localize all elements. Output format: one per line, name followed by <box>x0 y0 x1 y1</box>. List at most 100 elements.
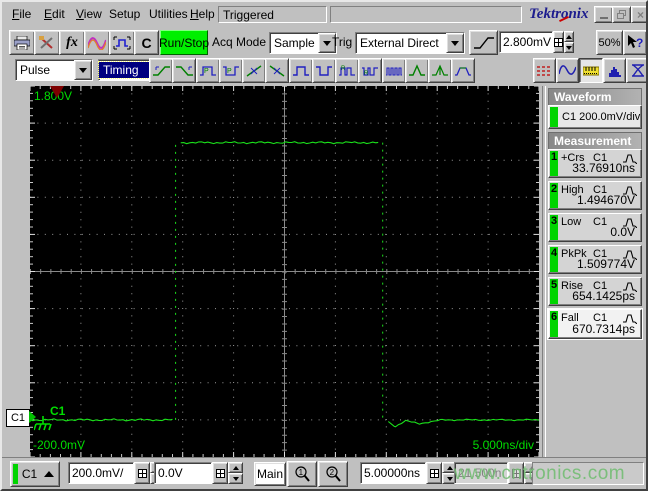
help-cursor-icon: ? <box>628 35 643 50</box>
vertical-scale-keypad-button[interactable] <box>134 462 150 484</box>
zoom2-button[interactable]: 2 <box>318 461 348 487</box>
trig-source-dropdown-arrow[interactable] <box>446 33 464 53</box>
measurement-item-3[interactable]: 3 Low C1 0.0V <box>548 213 642 242</box>
eye-diagram-display-button[interactable] <box>626 58 646 83</box>
main-timebase-button[interactable]: Main <box>254 462 286 486</box>
channel-marker-arrow <box>29 411 36 423</box>
magnifier-1-icon: 1 <box>294 465 310 482</box>
run-stop-button[interactable]: Run/Stop <box>159 30 209 55</box>
clear-button[interactable]: C <box>134 30 159 55</box>
menu-edit[interactable]: Edit <box>42 5 67 23</box>
waveform-database-button[interactable] <box>84 30 110 55</box>
measurement-item-5[interactable]: 5 Rise C1 654.1425ps <box>548 277 642 306</box>
print-button[interactable] <box>9 30 35 55</box>
waveform-panel-header: Waveform <box>548 88 642 106</box>
meas-pos-pulse-button[interactable] <box>288 58 313 83</box>
bottom-volts-label: -200.0mV <box>33 438 86 452</box>
trigger-position-marker[interactable] <box>50 86 64 98</box>
meas-neg-burst-button[interactable]: R <box>358 58 383 83</box>
measurement-item-6[interactable]: 6 Fall C1 670.7314ps <box>547 308 643 340</box>
cursors-icon <box>537 65 552 76</box>
delay-field[interactable]: 21.500n <box>454 462 508 484</box>
svg-text:R: R <box>364 71 369 77</box>
measurement-panel-header: Measurement <box>548 132 642 150</box>
vertical-offset-down[interactable] <box>228 473 243 484</box>
timebase-per-div-label: 5.000ns/div <box>472 438 534 452</box>
meas-neg-pulse-button[interactable] <box>311 58 336 83</box>
meas-neg-burst-icon: R <box>362 66 379 77</box>
context-help-button[interactable]: ? <box>623 30 646 55</box>
menu-utilities[interactable]: Utilities <box>147 5 190 23</box>
meas-pos-peak-button[interactable] <box>404 58 429 83</box>
meas-neg-cross-button[interactable] <box>265 58 290 83</box>
meas-peak-amplitude-button[interactable] <box>428 58 452 83</box>
zoom-percent-button[interactable]: 50% <box>596 30 623 55</box>
trig-level-field[interactable]: 2.800mV <box>499 31 553 53</box>
menu-setup[interactable]: Setup <box>107 5 142 23</box>
minimize-icon <box>599 17 608 19</box>
menu-help[interactable]: Help <box>188 5 217 23</box>
meas-burst-button[interactable]: R <box>335 58 359 83</box>
waveform-channel-label: C1 200.0mV/div <box>562 111 641 123</box>
timebase-keypad-button[interactable] <box>426 462 442 484</box>
keypad-icon <box>429 468 439 478</box>
trig-slope-button[interactable] <box>469 30 498 55</box>
trig-level-down[interactable] <box>564 42 574 53</box>
print-icon <box>14 35 30 50</box>
meas-multi-pulse-button[interactable] <box>381 58 406 83</box>
meas-peak-amplitude-icon <box>432 64 448 76</box>
tools-button[interactable] <box>34 30 60 55</box>
trig-label: Trig <box>332 35 353 49</box>
minimize-button[interactable] <box>594 6 613 23</box>
measurement-item-4[interactable]: 4 PkPk C1 1.509774V <box>548 245 642 274</box>
meas-pos-width-button[interactable]: P <box>195 58 220 83</box>
panel-divider <box>542 86 546 457</box>
meas-pos-peak-icon <box>408 63 425 76</box>
measure-category-select[interactable]: Pulse <box>15 59 93 81</box>
autoset-button[interactable] <box>109 30 135 55</box>
waveform-channel-button[interactable]: C1 200.0mV/div <box>548 105 642 129</box>
restore-button[interactable] <box>612 6 631 23</box>
keypad-icon <box>511 468 521 478</box>
meas-neg-width-button[interactable]: P <box>218 58 243 83</box>
measurement-item-1[interactable]: 1 +Crs C1 33.76910ns <box>548 149 642 178</box>
timebase-field[interactable]: 5.00000ns <box>360 462 426 484</box>
vertical-offset-field[interactable]: 0.0V <box>154 462 212 484</box>
trig-level-up[interactable] <box>564 31 574 42</box>
waveform-display-button[interactable] <box>556 58 579 83</box>
tektronix-logo: Tektronix <box>529 6 589 23</box>
measurement-ruler-icon <box>583 66 599 75</box>
trig-level-keypad-button[interactable] <box>553 31 565 53</box>
close-icon: × <box>636 7 644 22</box>
waveform-channel-stripe <box>550 107 558 127</box>
meas-flattop-button[interactable] <box>451 58 476 83</box>
histogram-display-button[interactable] <box>603 58 626 83</box>
meas-pos-cross-button[interactable] <box>242 58 266 83</box>
menu-file[interactable]: File <box>10 5 33 23</box>
meas-pos-width-icon: P <box>199 65 216 76</box>
trig-source-value: External Direct <box>360 36 439 50</box>
svg-text:P: P <box>204 68 209 75</box>
measure-category-dropdown-arrow[interactable] <box>74 60 92 80</box>
vertical-scale-field[interactable]: 200.0mV/ <box>68 462 134 484</box>
measurement-item-2[interactable]: 2 High C1 1.494670V <box>548 181 642 210</box>
meas-fall-time-button[interactable] <box>172 58 197 83</box>
svg-text:R: R <box>341 66 346 72</box>
menu-view[interactable]: View <box>74 5 104 23</box>
trig-source-select[interactable]: External Direct <box>355 32 465 54</box>
magnifier-2-icon: 2 <box>325 465 341 482</box>
channel-select-button[interactable]: C1 <box>10 461 60 487</box>
cursors-display-button[interactable] <box>533 58 556 83</box>
acq-mode-select[interactable]: Sample <box>269 32 337 54</box>
vertical-offset-keypad-button[interactable] <box>212 462 228 484</box>
meas-rise-time-icon <box>153 65 170 76</box>
close-button[interactable]: × <box>631 6 646 23</box>
trig-level-spinner <box>564 31 574 53</box>
zoom1-button[interactable]: 1 <box>287 461 317 487</box>
vertical-offset-up[interactable] <box>228 462 243 473</box>
meas-rise-time-button[interactable] <box>149 58 173 83</box>
delay-keypad-button[interactable] <box>508 462 524 484</box>
channel-marker[interactable]: C1 <box>6 409 30 427</box>
measurement-display-button[interactable] <box>579 58 603 83</box>
math-fx-button[interactable]: fx <box>59 30 85 55</box>
